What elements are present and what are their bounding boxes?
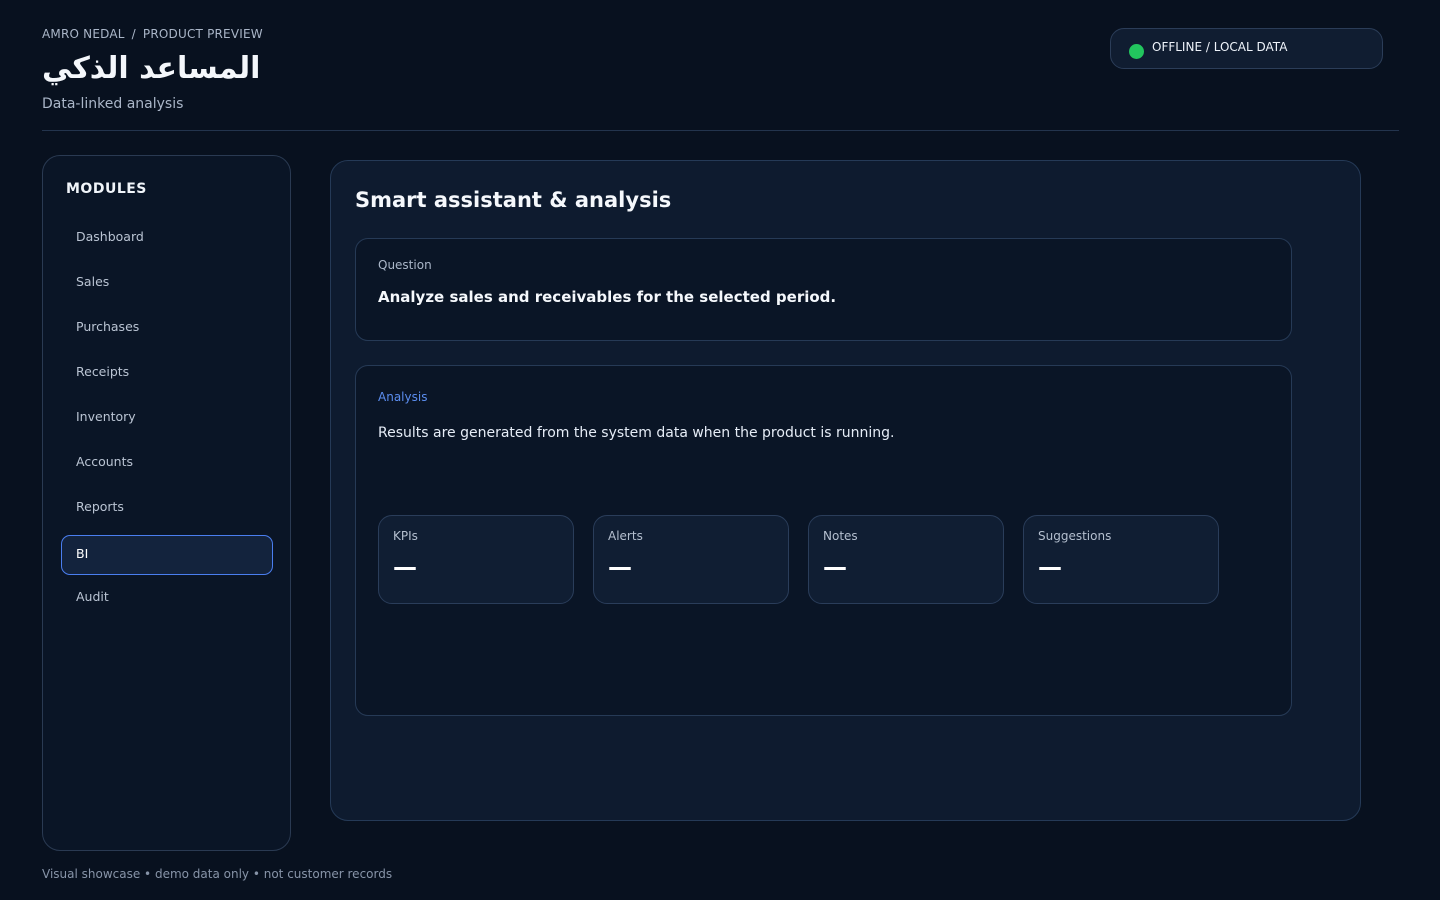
breadcrumb-separator: / bbox=[131, 27, 136, 41]
sidebar-item-inventory[interactable]: Inventory bbox=[61, 398, 273, 436]
sidebar-item-sales[interactable]: Sales bbox=[61, 263, 273, 301]
sidebar-item-receipts[interactable]: Receipts bbox=[61, 353, 273, 391]
sidebar-item-label: Receipts bbox=[76, 364, 130, 379]
breadcrumb-owner[interactable]: AMRO NEDAL bbox=[42, 27, 125, 41]
analysis-label: Analysis bbox=[378, 390, 428, 404]
section-title: Smart assistant & analysis bbox=[355, 188, 672, 212]
metric-value: — bbox=[393, 553, 417, 581]
status-badge: OFFLINE / LOCAL DATA bbox=[1110, 28, 1383, 69]
sidebar-item-label: Reports bbox=[76, 499, 124, 514]
breadcrumb-current: PRODUCT PREVIEW bbox=[142, 27, 263, 41]
metric-card-suggestions: Suggestions — bbox=[1023, 515, 1219, 604]
metric-label: Notes bbox=[823, 529, 858, 543]
question-text: Analyze sales and receivables for the se… bbox=[378, 288, 837, 306]
status-label: OFFLINE / LOCAL DATA bbox=[1152, 40, 1288, 54]
sidebar-item-purchases[interactable]: Purchases bbox=[61, 308, 273, 346]
metric-card-alerts: Alerts — bbox=[593, 515, 789, 604]
metric-value: — bbox=[608, 553, 632, 581]
page-subtitle: Data-linked analysis bbox=[42, 96, 184, 112]
sidebar-item-reports[interactable]: Reports bbox=[61, 488, 273, 526]
main-panel: Smart assistant & analysis Question Anal… bbox=[330, 160, 1361, 821]
metric-value: — bbox=[1038, 553, 1062, 581]
sidebar-item-label: BI bbox=[76, 546, 89, 561]
metric-label: KPIs bbox=[393, 529, 418, 543]
breadcrumb: AMRO NEDAL / PRODUCT PREVIEW bbox=[42, 27, 263, 41]
sidebar-item-dashboard[interactable]: Dashboard bbox=[61, 218, 273, 256]
question-card: Question Analyze sales and receivables f… bbox=[355, 238, 1292, 341]
sidebar-item-label: Audit bbox=[76, 589, 109, 604]
metric-card-notes: Notes — bbox=[808, 515, 1004, 604]
sidebar: MODULES Dashboard Sales Purchases Receip… bbox=[42, 155, 291, 851]
metric-value: — bbox=[823, 553, 847, 581]
page-title: المساعد الذكي bbox=[42, 51, 261, 86]
footer-note: Visual showcase • demo data only • not c… bbox=[42, 867, 393, 881]
app-page: AMRO NEDAL / PRODUCT PREVIEW المساعد الذ… bbox=[0, 0, 1440, 900]
question-label: Question bbox=[378, 258, 432, 272]
analysis-text: Results are generated from the system da… bbox=[378, 425, 895, 441]
status-dot-icon bbox=[1129, 44, 1144, 59]
metric-label: Alerts bbox=[608, 529, 643, 543]
sidebar-item-label: Sales bbox=[76, 274, 110, 289]
sidebar-item-bi[interactable]: BI bbox=[61, 535, 273, 575]
sidebar-item-label: Dashboard bbox=[76, 229, 144, 244]
sidebar-item-label: Accounts bbox=[76, 454, 133, 469]
sidebar-item-label: Purchases bbox=[76, 319, 140, 334]
metric-label: Suggestions bbox=[1038, 529, 1112, 543]
sidebar-heading: MODULES bbox=[66, 181, 147, 197]
sidebar-item-accounts[interactable]: Accounts bbox=[61, 443, 273, 481]
header-divider bbox=[42, 130, 1399, 131]
analysis-card: Analysis Results are generated from the … bbox=[355, 365, 1292, 716]
sidebar-item-label: Inventory bbox=[76, 409, 136, 424]
metric-card-kpis: KPIs — bbox=[378, 515, 574, 604]
sidebar-item-audit[interactable]: Audit bbox=[61, 578, 273, 616]
